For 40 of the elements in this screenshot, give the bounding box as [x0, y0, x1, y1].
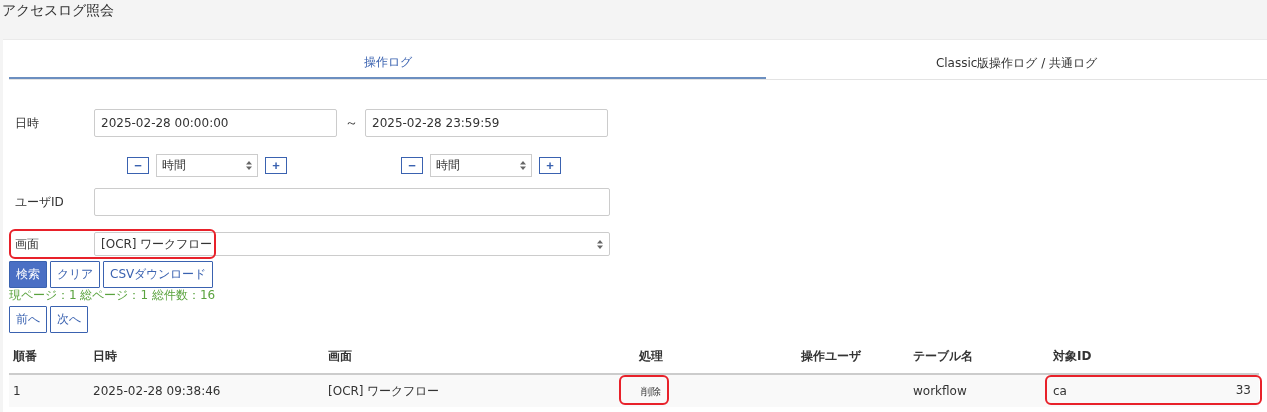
user-id-field[interactable]	[94, 188, 610, 216]
column-header: テーブル名	[913, 348, 973, 363]
plus-button[interactable]: +	[539, 157, 561, 174]
table-cell: 2025-02-28 09:38:46	[93, 384, 221, 398]
range-separator: ～	[343, 114, 359, 132]
table-cell: workflow	[913, 384, 967, 398]
plus-button[interactable]: +	[265, 157, 287, 174]
minus-button[interactable]: −	[401, 157, 423, 174]
column-header: 日時	[93, 348, 117, 363]
unit-select[interactable]: 時間	[430, 154, 532, 177]
table-cell: 削除	[640, 385, 661, 397]
page-info: 現ページ：1 総ページ：1 総件数：16	[9, 289, 217, 302]
tab[interactable]: 操作ログ	[9, 40, 766, 79]
sort-arrows-icon	[246, 161, 252, 170]
field-label: 日時	[14, 114, 40, 132]
tab[interactable]: Classic版操作ログ / 共通ログ	[766, 40, 1267, 79]
pager-button[interactable]: 次へ	[50, 306, 88, 333]
minus-button[interactable]: −	[127, 157, 149, 174]
column-header: 画面	[328, 348, 352, 363]
table-cell: 1	[13, 384, 21, 398]
column-header: 操作ユーザ	[800, 348, 861, 363]
unit-select[interactable]: 時間	[156, 154, 258, 177]
column-header: 処理	[638, 348, 663, 363]
table-cell: [OCR] ワークフロー	[328, 383, 440, 398]
column-header: 対象ID	[1053, 348, 1092, 363]
table-cell: ca	[1053, 384, 1067, 398]
page-title: アクセスログ照会	[1, 1, 115, 20]
field-label: 画面	[14, 235, 40, 253]
action-button[interactable]: CSVダウンロード	[103, 261, 214, 288]
table-cell: 33	[1235, 383, 1251, 397]
sort-arrows-icon	[597, 239, 603, 249]
action-button[interactable]: クリア	[50, 261, 100, 288]
date-from-field[interactable]: 2025-02-28 00:00:00	[94, 109, 337, 137]
date-to-field[interactable]: 2025-02-28 23:59:59	[365, 109, 608, 137]
sort-arrows-icon	[520, 161, 526, 170]
action-button[interactable]: 検索	[9, 261, 47, 288]
screen-select[interactable]: [OCR] ワークフロー	[94, 232, 610, 256]
field-label: ユーザID	[14, 193, 65, 211]
pager-button[interactable]: 前へ	[9, 306, 47, 333]
column-header: 順番	[13, 348, 37, 363]
